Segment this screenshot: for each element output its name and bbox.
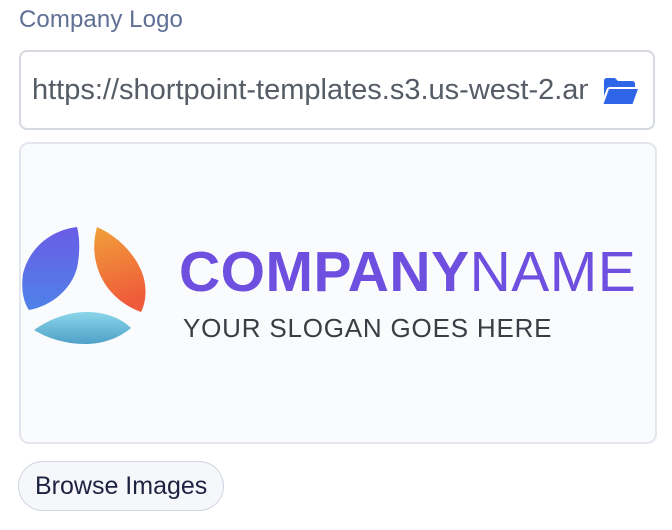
folder-open-icon[interactable] xyxy=(601,76,639,106)
company-logo-label: Company Logo xyxy=(19,6,183,33)
logo-url-field xyxy=(19,50,655,130)
petal-bottom xyxy=(34,312,131,344)
logo-url-input[interactable] xyxy=(32,52,588,128)
company-slogan: YOUR SLOGAN GOES HERE xyxy=(183,313,553,343)
petal-right xyxy=(94,227,146,312)
browse-images-button[interactable]: Browse Images xyxy=(18,461,225,511)
company-name: COMPANYNAME xyxy=(179,240,637,304)
petal-left xyxy=(22,227,80,310)
logo-preview: COMPANYNAME YOUR SLOGAN GOES HERE xyxy=(19,142,657,444)
company-logo-mark xyxy=(22,227,146,344)
